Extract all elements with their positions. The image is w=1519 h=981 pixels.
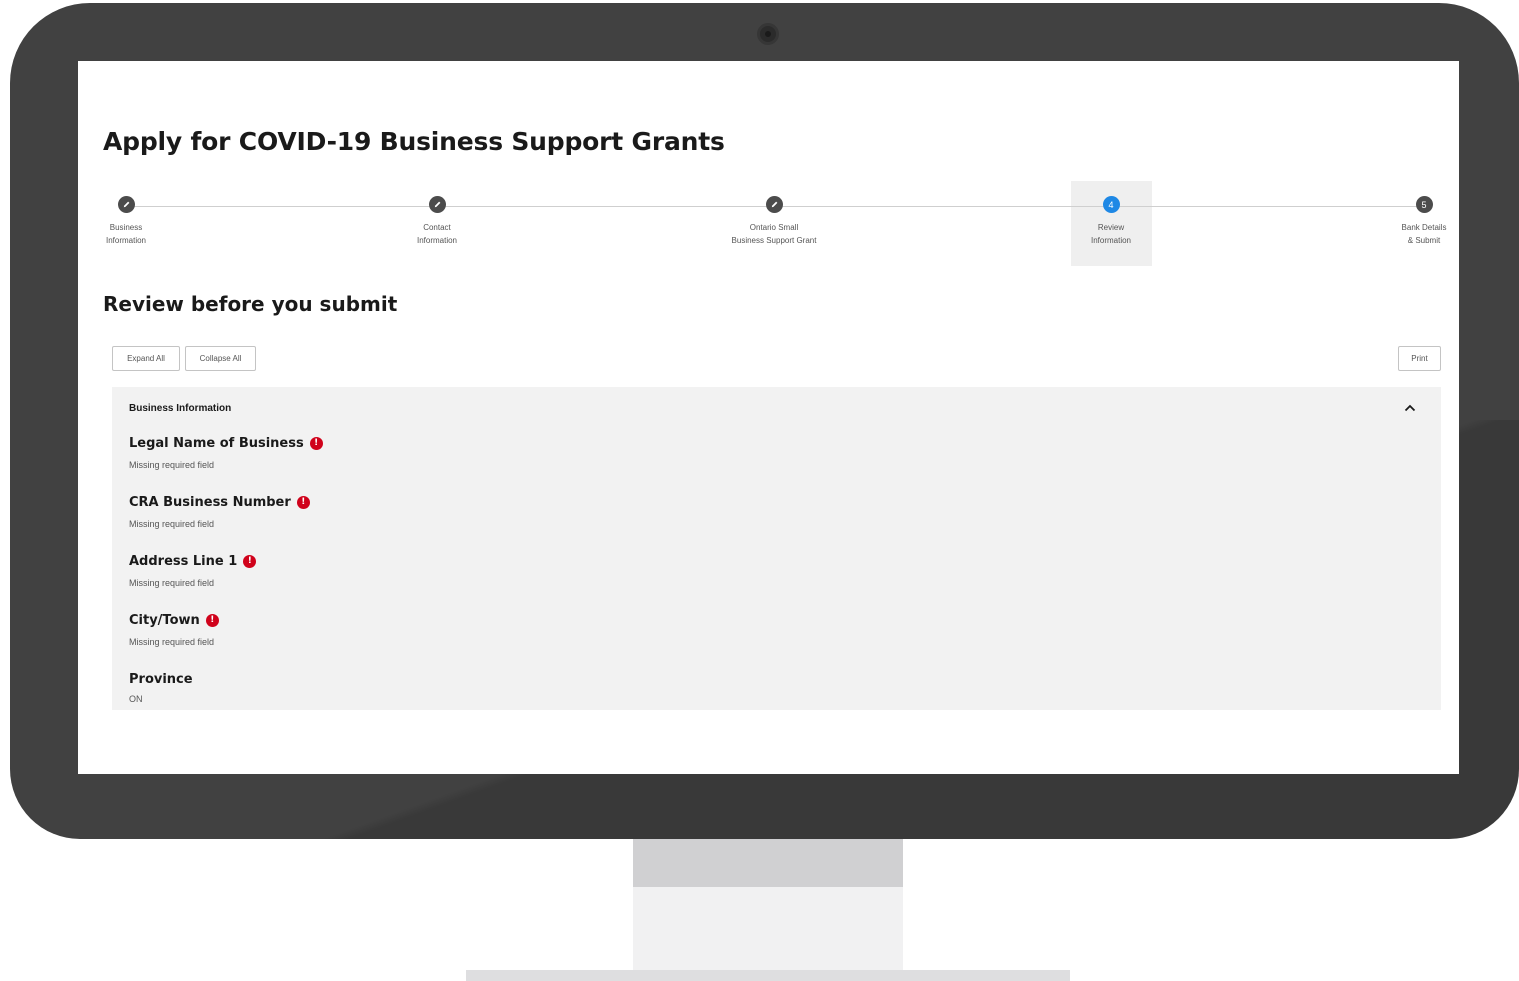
error-icon: ! xyxy=(243,555,257,568)
field-label: CRA Business Number xyxy=(129,495,291,510)
page-title: Apply for COVID-19 Business Support Gran… xyxy=(103,127,725,156)
field-value: Missing required field xyxy=(129,637,215,647)
business-information-panel: Business Information Legal Name of Busin… xyxy=(112,387,1441,710)
error-icon: ! xyxy=(309,437,323,450)
monitor-stand-base xyxy=(466,970,1070,981)
field-label: Legal Name of Business xyxy=(129,436,304,451)
step-review-information[interactable]: 4 Review Information xyxy=(1081,196,1141,247)
monitor-stand-neck xyxy=(633,839,903,887)
expand-all-button[interactable]: Expand All xyxy=(112,346,180,371)
field-city-town: City/Town ! Missing required field xyxy=(129,613,219,647)
section-title: Review before you submit xyxy=(103,292,398,316)
step-small-business-grant[interactable]: Ontario Small Business Support Grant xyxy=(714,196,834,247)
field-province: Province ON xyxy=(129,672,193,704)
step-number: 5 xyxy=(1415,196,1433,213)
chevron-up-icon[interactable] xyxy=(1402,400,1418,416)
print-button[interactable]: Print xyxy=(1398,346,1441,371)
step-label: Contact Information xyxy=(416,223,458,245)
field-address-line-1: Address Line 1 ! Missing required field xyxy=(129,554,257,588)
monitor-stand xyxy=(633,887,903,970)
error-icon: ! xyxy=(205,614,219,627)
step-number: 4 xyxy=(1102,196,1120,213)
step-business-information[interactable]: Business Information xyxy=(96,196,156,247)
field-cra-business-number: CRA Business Number ! Missing required f… xyxy=(129,495,310,529)
panel-header[interactable]: Business Information xyxy=(129,403,231,414)
field-value: ON xyxy=(129,694,143,704)
webcam-icon xyxy=(757,23,779,45)
pencil-icon xyxy=(428,196,446,213)
step-label: Review Information xyxy=(1090,223,1132,245)
step-contact-information[interactable]: Contact Information xyxy=(407,196,467,247)
step-label: Bank Details & Submit xyxy=(1401,223,1447,245)
field-label: Address Line 1 xyxy=(129,554,238,569)
monitor-screen: Apply for COVID-19 Business Support Gran… xyxy=(78,61,1459,774)
error-icon: ! xyxy=(296,496,310,509)
field-value: Missing required field xyxy=(129,460,215,470)
collapse-all-button[interactable]: Collapse All xyxy=(185,346,256,371)
field-value: Missing required field xyxy=(129,519,215,529)
field-label: Province xyxy=(129,672,193,687)
field-label: City/Town xyxy=(129,613,200,628)
field-legal-name: Legal Name of Business ! Missing require… xyxy=(129,436,323,470)
field-value: Missing required field xyxy=(129,578,215,588)
step-label: Ontario Small Business Support Grant xyxy=(731,223,817,245)
pencil-icon xyxy=(765,196,783,213)
step-bank-details[interactable]: 5 Bank Details & Submit xyxy=(1392,196,1456,247)
step-label: Business Information xyxy=(105,223,147,245)
pencil-icon xyxy=(117,196,135,213)
